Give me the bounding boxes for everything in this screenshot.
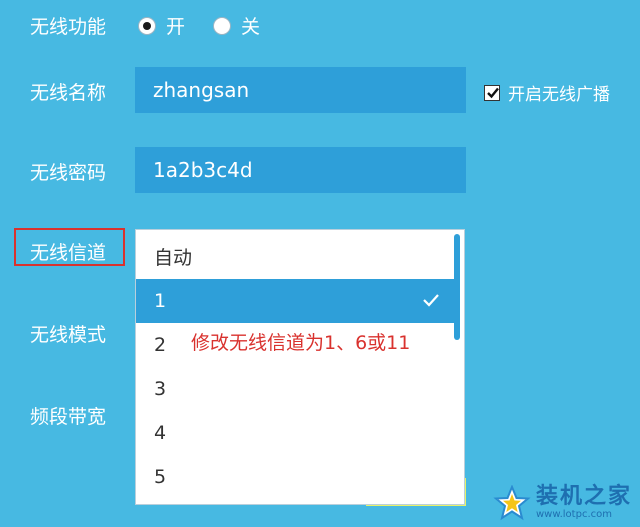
- channel-label: 无线信道: [30, 242, 107, 264]
- star-logo-icon: [493, 485, 531, 521]
- broadcast-option: 开启无线广播: [484, 80, 610, 105]
- channel-dropdown[interactable]: 自动 1 2 3 4 5: [135, 229, 465, 505]
- channel-option-1[interactable]: 1: [136, 279, 454, 323]
- channel-option-4[interactable]: 4: [136, 411, 454, 455]
- ssid-input[interactable]: zhangsan: [135, 67, 466, 113]
- channel-option-auto[interactable]: 自动: [136, 236, 454, 280]
- check-icon: [487, 87, 499, 98]
- password-label: 无线密码: [30, 162, 107, 184]
- radio-on-label[interactable]: 开: [166, 12, 185, 39]
- channel-option-5[interactable]: 5: [136, 455, 454, 499]
- channel-option-3[interactable]: 3: [136, 367, 454, 411]
- bandwidth-label: 频段带宽: [30, 406, 107, 428]
- checkmark-icon: [423, 294, 439, 307]
- radio-on[interactable]: [138, 16, 156, 35]
- password-input[interactable]: 1a2b3c4d: [135, 147, 466, 193]
- watermark-title: 装机之家: [535, 484, 632, 509]
- annotation-text: 修改无线信道为1、6或11: [191, 332, 411, 354]
- wireless-function-label: 无线功能: [30, 16, 107, 38]
- dropdown-scrollbar[interactable]: [454, 234, 460, 340]
- broadcast-label[interactable]: 开启无线广播: [508, 80, 610, 105]
- radio-off-label[interactable]: 关: [241, 12, 260, 39]
- watermark-url: www.lotpc.com: [535, 509, 612, 520]
- channel-option-label: 1: [154, 290, 167, 312]
- broadcast-checkbox[interactable]: [484, 84, 500, 101]
- ssid-label: 无线名称: [30, 82, 107, 104]
- wireless-function-radio-group: 开 关: [138, 12, 288, 39]
- mode-label: 无线模式: [30, 324, 107, 346]
- radio-off[interactable]: [213, 16, 232, 35]
- watermark: 装机之家 www.lotpc.com: [492, 485, 632, 521]
